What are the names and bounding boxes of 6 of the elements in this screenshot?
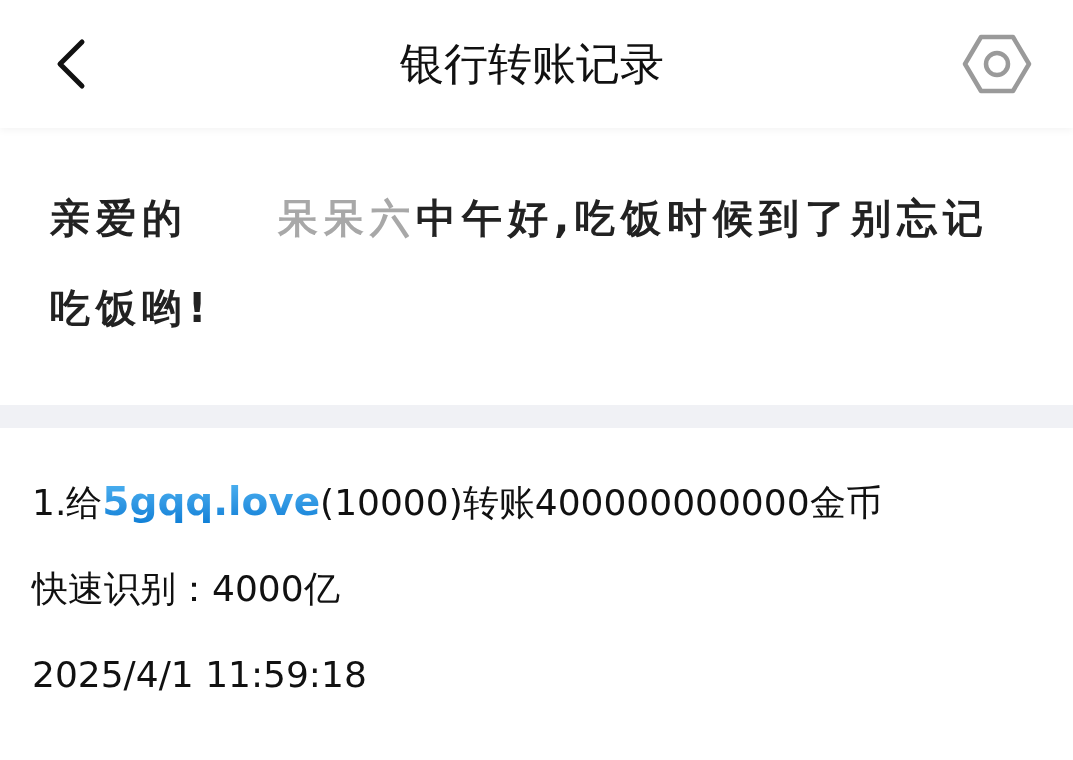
page-title: 银行转账记录 [399,42,664,86]
quick-amount-text: 快速识别：4000亿 [32,567,341,611]
transfer-text: 1.给5gqq.love(10000)转账400000000000金币 [32,480,883,525]
greeting-text: 亲爱的 呆呆六中午好,吃饭时候到了别忘记吃饭哟! [50,194,991,333]
transfer-time: 2025/4/1 11:59:18 [32,653,368,697]
settings-icon [962,33,1032,95]
